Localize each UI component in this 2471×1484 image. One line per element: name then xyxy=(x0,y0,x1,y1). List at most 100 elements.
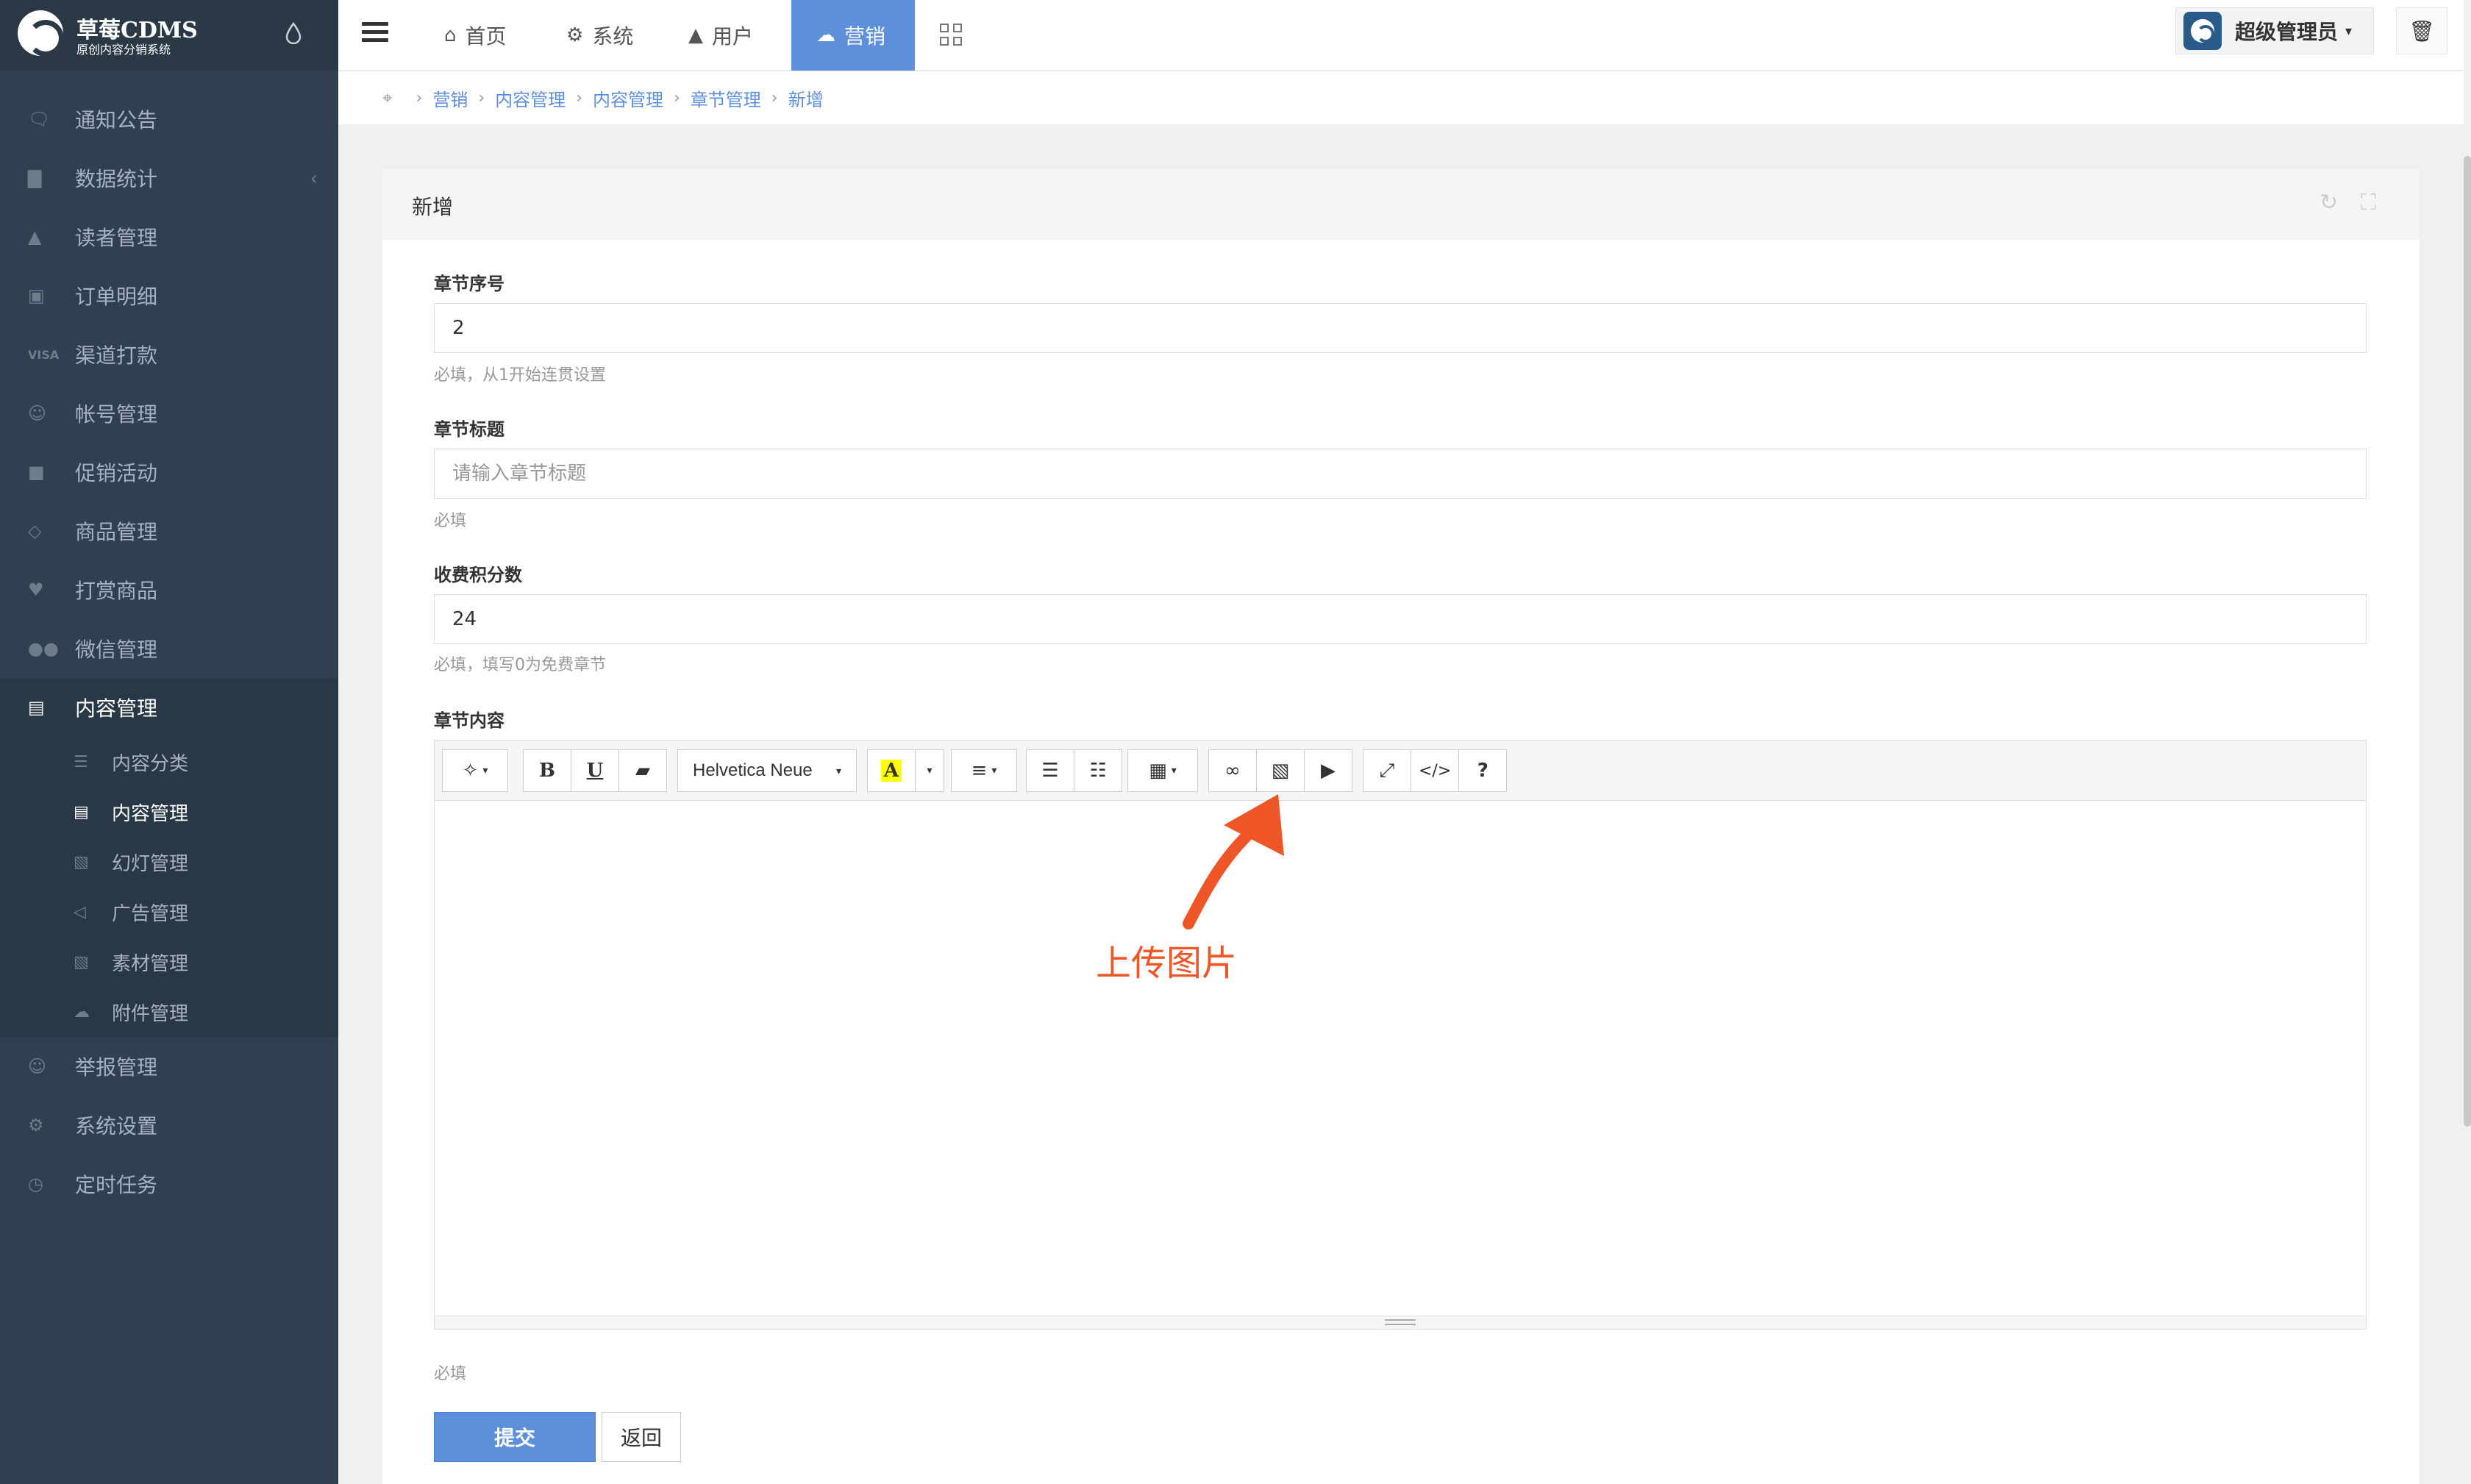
breadcrumb: ⌖ › 营销 › 内容管理 › 内容管理 › 章节管理 › 新增 xyxy=(338,71,2464,124)
sidebar-item-content[interactable]: ▤ 内容管理 xyxy=(0,678,338,737)
refresh-icon[interactable]: ↻ xyxy=(2320,190,2338,215)
breadcrumb-separator: › xyxy=(576,88,582,107)
sidebar-subitem-label: 广告管理 xyxy=(112,902,189,925)
fullscreen-icon[interactable]: ⛶ xyxy=(2361,190,2376,215)
points-help: 必填，填写0为免费章节 xyxy=(434,656,606,674)
magic-wand-icon: ✧ xyxy=(462,760,479,782)
user-name: 超级管理员 xyxy=(2235,20,2339,44)
sidebar-item-orders[interactable]: ▣ 订单明细 xyxy=(0,266,338,325)
sidebar-item-products[interactable]: ◇ 商品管理 xyxy=(0,502,338,560)
fullscreen-button[interactable]: ⤢ xyxy=(1363,749,1411,792)
sidebar-item-label: 系统设置 xyxy=(75,1114,158,1138)
sidebar-subitem-label: 素材管理 xyxy=(112,952,189,975)
editor-resize-handle[interactable] xyxy=(435,1316,2366,1329)
page-scrollbar-thumb[interactable] xyxy=(2464,156,2471,1127)
apps-grid-icon[interactable] xyxy=(940,24,962,46)
tab-home[interactable]: ⌂ 首页 xyxy=(419,0,532,71)
editor-content-area[interactable] xyxy=(435,801,2366,1316)
tab-users[interactable]: ▲ 用户 xyxy=(663,0,778,71)
sidebar-item-label: 打赏商品 xyxy=(75,579,158,603)
gear-icon: ⚙ xyxy=(566,24,584,46)
style-button[interactable]: ✧ ▾ xyxy=(442,749,508,792)
points-input[interactable] xyxy=(434,594,2367,644)
diamond-icon: ◇ xyxy=(28,521,42,541)
expand-icon: ⤢ xyxy=(1379,759,1395,782)
theme-drop-icon[interactable] xyxy=(285,22,302,44)
sidebar-item-promotions[interactable]: ■ 促销活动 xyxy=(0,443,338,502)
gear-icon: ⚙ xyxy=(28,1115,44,1135)
highlight-button[interactable]: A xyxy=(867,749,916,792)
tab-label: 系统 xyxy=(592,24,634,49)
back-button[interactable]: 返回 xyxy=(602,1412,681,1462)
sidebar-item-scheduled-tasks[interactable]: ◷ 定时任务 xyxy=(0,1155,338,1213)
color-dropdown-button[interactable]: ▾ xyxy=(915,749,944,792)
font-family-select[interactable]: Helvetica Neue ▾ xyxy=(677,749,857,792)
sidebar-item-accounts[interactable]: ☺ 帐号管理 xyxy=(0,384,338,443)
breadcrumb-separator: › xyxy=(673,88,680,107)
menu-toggle-icon[interactable] xyxy=(362,22,388,49)
breadcrumb-chapters[interactable]: 章节管理 xyxy=(691,85,761,111)
sidebar-item-statistics[interactable]: ▇ 数据统计 ‹ xyxy=(0,149,338,207)
image-icon: ▧ xyxy=(74,852,89,871)
points-label: 收费积分数 xyxy=(434,565,522,585)
sidebar-item-wechat[interactable]: ●● 微信管理 xyxy=(0,619,338,678)
chapter-no-input[interactable] xyxy=(434,303,2367,353)
caret-down-icon: ▾ xyxy=(835,764,841,777)
breadcrumb-new[interactable]: 新增 xyxy=(788,85,824,111)
caret-down-icon: ▾ xyxy=(927,765,933,777)
bold-button[interactable]: B xyxy=(523,749,571,792)
panel-header: 新增 ↻ ⛶ xyxy=(382,169,2420,240)
tab-marketing[interactable]: ☁ 营销 xyxy=(791,0,915,71)
sidebar-item-label: 帐号管理 xyxy=(75,402,158,427)
sidebar-item-payouts[interactable]: VISA 渠道打款 xyxy=(0,325,338,384)
wechat-icon: ●● xyxy=(28,638,59,659)
sidebar-item-readers[interactable]: ▲ 读者管理 xyxy=(0,207,338,266)
code-view-button[interactable]: </> xyxy=(1411,749,1460,792)
unordered-list-button[interactable]: ☰ xyxy=(1026,749,1074,792)
sidebar-subitem-categories[interactable]: ☰ 内容分类 xyxy=(0,737,338,787)
sidebar-subitem-slides[interactable]: ▧ 幻灯管理 xyxy=(0,837,338,887)
submit-button[interactable]: 提交 xyxy=(434,1412,596,1462)
tab-system[interactable]: ⚙ 系统 xyxy=(541,0,658,71)
sidebar-subitem-content[interactable]: ▤ 内容管理 xyxy=(0,787,338,837)
sidebar-subitem-attachments[interactable]: ☁ 附件管理 xyxy=(0,987,338,1037)
sidebar-subitem-label: 幻灯管理 xyxy=(112,852,189,875)
caret-down-icon: ▾ xyxy=(2345,23,2353,39)
question-icon: ? xyxy=(1477,760,1488,782)
breadcrumb-content-management[interactable]: 内容管理 xyxy=(495,85,566,111)
link-icon: ∞ xyxy=(1224,760,1241,782)
clear-cache-button[interactable]: 🗑︎ xyxy=(2396,7,2447,54)
breadcrumb-marketing[interactable]: 营销 xyxy=(432,85,468,111)
video-button[interactable]: ▶ xyxy=(1304,749,1352,792)
chapter-title-help: 必填 xyxy=(434,512,467,530)
ordered-list-button[interactable]: ☷ xyxy=(1074,749,1122,792)
chapter-no-label: 章节序号 xyxy=(434,274,504,294)
smile-icon: ☺ xyxy=(28,1056,47,1077)
breadcrumb-content[interactable]: 内容管理 xyxy=(593,85,663,111)
underline-glyph: U xyxy=(586,760,604,782)
underline-button[interactable]: U xyxy=(571,749,619,792)
cloud-upload-icon: ☁ xyxy=(74,1002,90,1021)
eraser-button[interactable]: ▰ xyxy=(618,749,667,792)
breadcrumb-separator: › xyxy=(771,88,778,107)
sidebar-item-rewards[interactable]: ♥ 打赏商品 xyxy=(0,560,338,619)
sidebar-subitem-label: 内容管理 xyxy=(112,802,189,825)
cloud-icon: ☁ xyxy=(816,24,835,46)
align-button[interactable]: ≡ ▾ xyxy=(951,749,1017,792)
font-name: Helvetica Neue xyxy=(693,760,813,780)
font-group: Helvetica Neue ▾ xyxy=(677,749,857,792)
trash-icon: 🗑︎ xyxy=(2408,18,2435,43)
video-icon: ▶ xyxy=(1321,760,1336,782)
sidebar-item-reports[interactable]: ☺ 举报管理 xyxy=(0,1037,338,1096)
chapter-title-input[interactable] xyxy=(434,449,2367,499)
chapter-title-label: 章节标题 xyxy=(434,419,504,440)
sidebar-item-settings[interactable]: ⚙ 系统设置 xyxy=(0,1096,338,1155)
help-button[interactable]: ? xyxy=(1458,749,1508,792)
caret-down-icon: ▾ xyxy=(991,765,997,777)
user-secret-icon: ▲ xyxy=(28,226,42,247)
breadcrumb-separator: › xyxy=(478,88,485,107)
sidebar-subitem-ads[interactable]: ◁ 广告管理 xyxy=(0,887,338,937)
user-menu[interactable]: 超级管理员 ▾ xyxy=(2175,7,2374,54)
sidebar-subitem-materials[interactable]: ▧ 素材管理 xyxy=(0,937,338,987)
sidebar-item-notice[interactable]: 🗨︎ 通知公告 xyxy=(0,90,338,149)
